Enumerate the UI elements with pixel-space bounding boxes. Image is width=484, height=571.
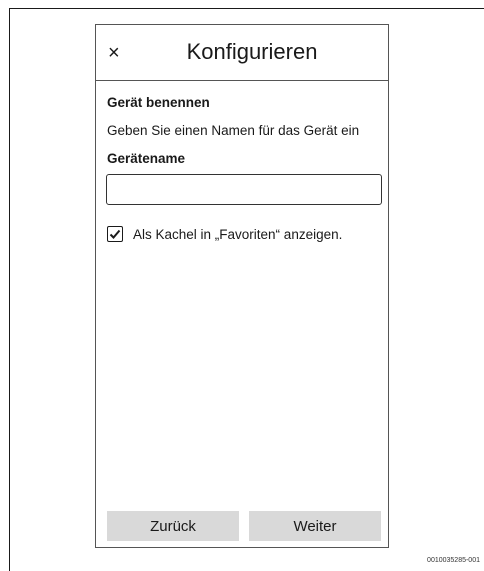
figure-id: 0010035285-001 (427, 557, 480, 564)
section-description: Geben Sie einen Namen für das Gerät ein (107, 123, 360, 138)
header-bar: × Konfigurieren (96, 25, 388, 81)
close-icon[interactable]: × (108, 43, 120, 63)
section-title: Gerät benennen (107, 95, 210, 110)
favorites-checkbox-row[interactable]: Als Kachel in „Favoriten“ anzeigen. (107, 224, 342, 244)
page-frame-top (9, 8, 484, 9)
device-name-input[interactable] (106, 174, 382, 205)
back-button[interactable]: Zurück (107, 511, 239, 541)
device-name-label: Gerätename (107, 151, 186, 166)
favorites-checkbox[interactable] (107, 226, 123, 242)
phone-screen: × Konfigurieren Gerät benennen Geben Sie… (95, 24, 389, 548)
page-title: Konfigurieren (186, 39, 318, 64)
next-button[interactable]: Weiter (249, 511, 381, 541)
checkmark-icon (109, 229, 121, 239)
favorites-checkbox-label: Als Kachel in „Favoriten“ anzeigen. (133, 226, 343, 242)
page-frame-left (9, 8, 10, 571)
